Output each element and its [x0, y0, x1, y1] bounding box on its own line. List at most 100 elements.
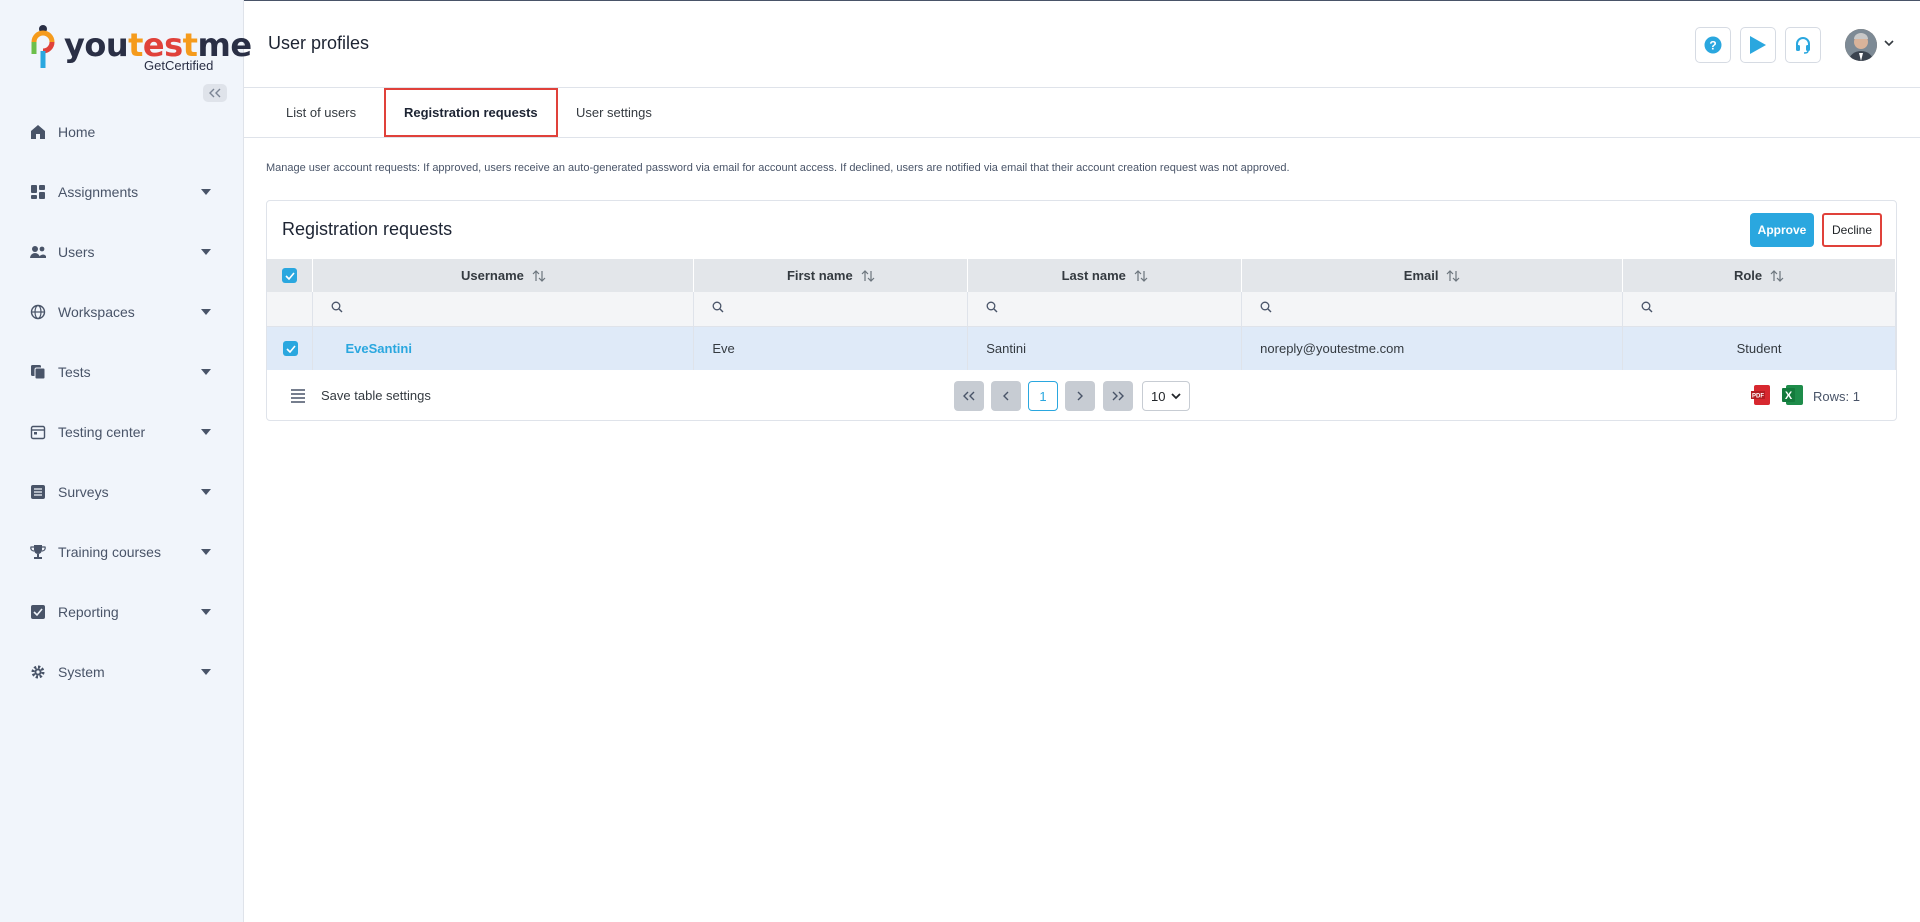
sidebar-item-workspaces[interactable]: Workspaces — [0, 282, 244, 342]
support-button[interactable] — [1785, 27, 1821, 63]
table-footer: Save table settings 1 10 PDF X Rows: 1 — [267, 371, 1896, 421]
current-page-button[interactable]: 1 — [1028, 381, 1058, 411]
help-button[interactable]: ? — [1695, 27, 1731, 63]
list-icon — [29, 483, 47, 501]
filter-email[interactable] — [1241, 292, 1624, 327]
column-header-email[interactable]: Email — [1241, 259, 1624, 292]
approve-button[interactable]: Approve — [1750, 213, 1814, 247]
filter-first-name[interactable] — [693, 292, 969, 327]
sidebar-item-system[interactable]: System — [0, 642, 244, 702]
sidebar-item-label: Assignments — [58, 184, 139, 200]
cell-username: EveSantini — [312, 326, 695, 370]
previous-page-button[interactable] — [991, 381, 1021, 411]
column-header-first-name[interactable]: First name — [693, 259, 969, 292]
tests-icon — [29, 363, 47, 381]
collapse-sidebar-button[interactable] — [203, 84, 227, 102]
next-page-button[interactable] — [1065, 381, 1095, 411]
column-header-role[interactable]: Role — [1622, 259, 1896, 292]
select-all-checkbox[interactable] — [282, 268, 298, 284]
row-checkbox[interactable] — [283, 341, 298, 356]
info-text: Manage user account requests: If approve… — [266, 162, 1290, 174]
chevron-down-icon — [201, 189, 211, 195]
tab-user-settings[interactable]: User settings — [576, 88, 652, 137]
svg-text:PDF: PDF — [1752, 394, 1764, 400]
last-page-button[interactable] — [1103, 381, 1133, 411]
chevron-down-icon[interactable] — [1884, 39, 1894, 47]
logo-tagline: GetCertified — [144, 58, 214, 73]
sort-icon — [1447, 269, 1460, 282]
sort-icon — [532, 269, 546, 282]
column-label: First name — [786, 268, 853, 283]
chevron-right-icon — [1077, 391, 1083, 401]
sort-icon — [861, 269, 875, 282]
svg-text:?: ? — [1709, 39, 1716, 53]
chevron-down-icon — [201, 309, 211, 315]
cell-first-name: Eve — [693, 326, 969, 370]
rows-per-page-select[interactable]: 10 — [1142, 381, 1190, 411]
chevron-down-icon — [201, 489, 211, 495]
help-icon: ? — [1704, 36, 1722, 54]
sidebar-item-label: Reporting — [58, 604, 119, 620]
check-icon — [285, 344, 296, 353]
logo-mark-icon — [31, 25, 55, 68]
cell-last-name: Santini — [967, 326, 1243, 370]
tab-registration-requests[interactable]: Registration requests — [384, 88, 558, 137]
first-page-button[interactable] — [954, 381, 984, 411]
sidebar-item-training-courses[interactable]: Training courses — [0, 522, 244, 582]
search-icon — [1641, 301, 1653, 313]
filter-username[interactable] — [312, 292, 695, 327]
cell-email: noreply@youtestme.com — [1241, 326, 1624, 370]
sidebar-item-surveys[interactable]: Surveys — [0, 462, 244, 522]
assignments-icon — [29, 183, 47, 201]
chevron-down-icon — [201, 249, 211, 255]
column-label: Last name — [1061, 268, 1126, 283]
card-title: Registration requests — [282, 219, 453, 239]
gear-icon — [29, 663, 47, 681]
sidebar-item-label: Training courses — [58, 544, 161, 560]
avatar[interactable] — [1845, 29, 1877, 61]
sort-icon — [1770, 269, 1784, 282]
sort-icon — [1134, 269, 1148, 282]
search-icon — [332, 301, 343, 313]
chevron-left-icon — [1003, 391, 1009, 401]
sidebar-item-users[interactable]: Users — [0, 222, 244, 282]
double-chevron-left-icon — [963, 391, 975, 401]
sidebar-item-testing-center[interactable]: Testing center — [0, 402, 244, 462]
save-table-settings-label: Save table settings — [321, 388, 431, 403]
registration-requests-card: Registration requests Approve Decline Us… — [266, 200, 1897, 421]
globe-icon — [29, 303, 47, 321]
column-label: Email — [1403, 268, 1439, 283]
username-link[interactable]: EveSantini — [331, 341, 411, 356]
page-title: User profiles — [268, 33, 370, 53]
sidebar-item-assignments[interactable]: Assignments — [0, 162, 244, 222]
rows-per-page-value: 10 — [1151, 388, 1166, 404]
column-header-last-name[interactable]: Last name — [967, 259, 1243, 292]
save-table-settings-button[interactable]: Save table settings — [291, 388, 431, 403]
column-label: Username — [460, 268, 524, 283]
play-tutorial-button[interactable] — [1740, 27, 1776, 63]
double-chevron-left-icon — [209, 88, 221, 98]
rows-count: Rows: 1 — [1813, 389, 1860, 404]
sidebar-item-label: Users — [58, 244, 95, 260]
filter-last-name[interactable] — [967, 292, 1243, 327]
search-icon — [712, 301, 724, 313]
chevron-down-icon — [201, 549, 211, 555]
export-pdf-icon[interactable]: PDF — [1751, 383, 1775, 407]
filter-cell-empty — [267, 292, 314, 327]
export-excel-icon[interactable]: X — [1781, 383, 1805, 407]
sidebar: youtestme GetCertified Home Assignments … — [0, 0, 252, 922]
sidebar-item-reporting[interactable]: Reporting — [0, 582, 244, 642]
table-row[interactable]: EveSantini Eve Santini noreply@youtestme… — [267, 326, 1896, 370]
user-photo-icon — [1845, 29, 1877, 61]
logo[interactable]: youtestme GetCertified — [30, 22, 252, 74]
sidebar-item-label: Testing center — [58, 424, 146, 440]
column-header-username[interactable]: Username — [312, 259, 695, 292]
sidebar-item-home[interactable]: Home — [0, 102, 244, 162]
filter-role[interactable] — [1622, 292, 1896, 327]
chevron-down-icon — [201, 369, 211, 375]
sidebar-item-tests[interactable]: Tests — [0, 342, 244, 402]
decline-button[interactable]: Decline — [1822, 213, 1882, 247]
play-icon — [1750, 36, 1766, 54]
sidebar-item-label: Home — [58, 124, 96, 140]
tab-list-of-users[interactable]: List of users — [286, 88, 356, 137]
